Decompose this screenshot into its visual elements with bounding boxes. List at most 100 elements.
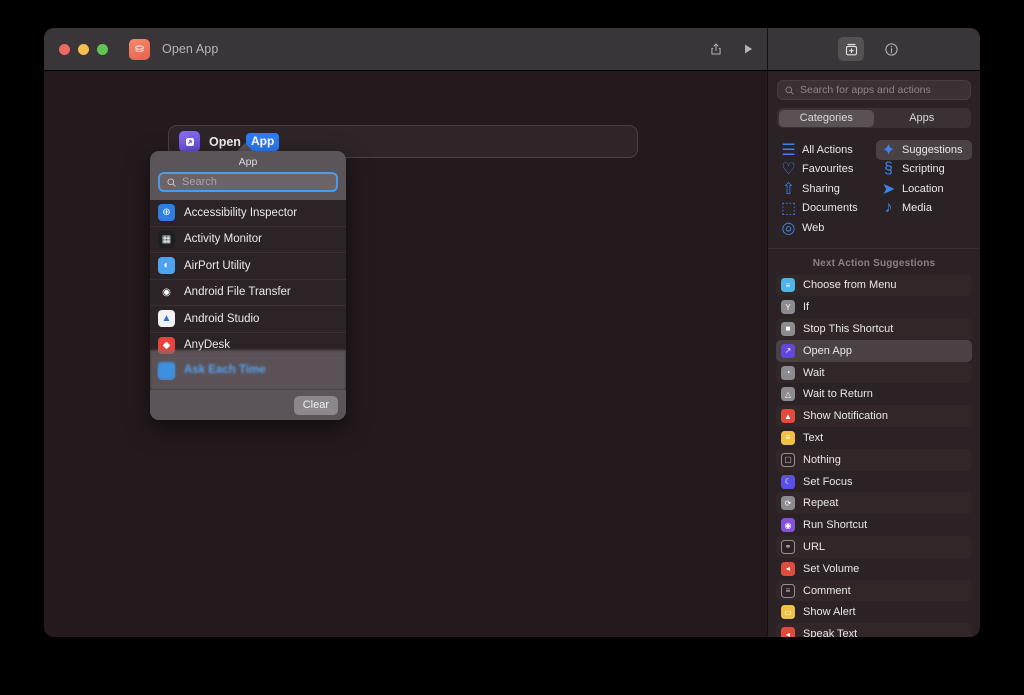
app-list-item[interactable]: ◐ AirPort Utility bbox=[150, 253, 346, 280]
popover-search-wrap: Search bbox=[150, 172, 346, 200]
app-list[interactable]: ⊕ Accessibility Inspector ▦ Activity Monito… bbox=[150, 200, 346, 390]
action-item-label: Wait bbox=[803, 366, 825, 379]
minimize-button[interactable] bbox=[78, 43, 89, 55]
category-label: Scripting bbox=[902, 163, 945, 176]
action-item-stop-this-shortcut[interactable]: ■ Stop This Shortcut bbox=[776, 318, 972, 340]
window-body: Open App App Search ⊕ Accessibility Insp… bbox=[44, 71, 980, 637]
ask-each-time-row[interactable]: Ask Each Time bbox=[150, 350, 346, 390]
category-favourites[interactable]: ♡ Favourites bbox=[776, 160, 872, 180]
info-button[interactable] bbox=[878, 37, 904, 61]
app-search-input[interactable]: Search bbox=[158, 172, 338, 192]
category-label: Media bbox=[902, 202, 932, 215]
play-icon bbox=[745, 44, 753, 54]
shortcut-canvas[interactable]: Open App App Search ⊕ Accessibility Insp… bbox=[44, 71, 768, 637]
text-icon: ≡ bbox=[781, 430, 795, 445]
share-button[interactable] bbox=[703, 37, 729, 61]
action-item-run-shortcut[interactable]: ◉ Run Shortcut bbox=[776, 514, 972, 536]
zoom-button[interactable] bbox=[97, 43, 108, 55]
action-item-choose-from-menu[interactable]: ≡ Choose from Menu bbox=[776, 274, 972, 297]
url-icon: ⚭ bbox=[781, 539, 795, 554]
speak-text-icon: ◂ bbox=[781, 627, 795, 637]
action-item-label: Text bbox=[803, 431, 824, 444]
set-focus-icon: ☾ bbox=[781, 474, 795, 489]
popover-footer: Clear bbox=[150, 390, 346, 420]
action-item-show-notification[interactable]: ▲ Show Notification bbox=[776, 405, 972, 428]
action-item-label: Repeat bbox=[803, 497, 839, 510]
action-item-nothing[interactable]: ▢ Nothing bbox=[776, 448, 972, 471]
action-item-set-focus[interactable]: ☾ Set Focus bbox=[776, 471, 972, 493]
action-item-label: Comment bbox=[803, 584, 851, 597]
category-web[interactable]: ◎ Web bbox=[776, 218, 872, 238]
sidebar-search-input[interactable]: Search for apps and actions bbox=[777, 80, 971, 100]
action-item-label: Set Focus bbox=[803, 475, 853, 488]
music-note-icon: ♪ bbox=[884, 199, 893, 217]
app-list-item[interactable]: ◉ Android File Transfer bbox=[150, 280, 346, 306]
action-item-show-alert[interactable]: ▭ Show Alert bbox=[776, 601, 972, 623]
category-suggestions[interactable]: ✦ Suggestions bbox=[876, 140, 972, 160]
traffic-lights[interactable] bbox=[59, 43, 108, 55]
suggested-actions-list[interactable]: ≡ Choose from Menu Y If ■ Stop This Shortcut ↗… bbox=[768, 274, 980, 637]
action-item-wait-to-return[interactable]: △ Wait to Return bbox=[776, 383, 972, 405]
action-item-text[interactable]: ≡ Text bbox=[776, 427, 972, 449]
app-picker-popover[interactable]: App Search ⊕ Accessibility Inspector ▦ Acti… bbox=[150, 143, 346, 420]
tab-categories[interactable]: Categories bbox=[778, 109, 874, 127]
category-scripting[interactable]: § Scripting bbox=[876, 160, 972, 180]
nothing-icon: ▢ bbox=[781, 452, 795, 467]
app-list-item-label: Android Studio bbox=[184, 312, 260, 325]
page-title: Open App bbox=[162, 42, 219, 56]
category-documents[interactable]: ⬚ Documents bbox=[776, 199, 872, 219]
app-list-item[interactable]: ▦ Activity Monitor bbox=[150, 227, 346, 253]
action-item-label: Run Shortcut bbox=[803, 519, 868, 532]
suggestions-section-title: Next Action Suggestions bbox=[812, 257, 936, 269]
category-media[interactable]: ♪ Media bbox=[876, 199, 972, 219]
airport-utility-icon: ◐ bbox=[158, 257, 175, 275]
action-item-if[interactable]: Y If bbox=[776, 296, 972, 318]
location-icon: ➤ bbox=[881, 180, 896, 198]
if-icon: Y bbox=[781, 300, 795, 315]
window-titlebar: Open App bbox=[44, 28, 980, 71]
accessibility-inspector-icon: ⊕ bbox=[158, 204, 175, 222]
app-list-item-label: AirPort Utility bbox=[184, 259, 251, 272]
category-label: Suggestions bbox=[902, 143, 963, 156]
search-icon bbox=[167, 177, 176, 187]
shortcuts-icon bbox=[129, 38, 150, 60]
info-icon bbox=[884, 42, 898, 56]
app-list-item-label: Android File Transfer bbox=[184, 286, 291, 299]
stop-shortcut-icon: ■ bbox=[781, 321, 795, 336]
action-item-wait[interactable]: ◔ Wait bbox=[776, 361, 972, 384]
category-all-actions[interactable]: ☰ All Actions bbox=[776, 140, 872, 160]
action-item-label: Nothing bbox=[803, 453, 841, 466]
action-item-label: Wait to Return bbox=[803, 388, 873, 401]
category-sharing[interactable]: ⇧ Sharing bbox=[776, 179, 872, 199]
sidebar-tabs[interactable]: Categories Apps bbox=[777, 108, 971, 128]
action-item-set-volume[interactable]: ◂ Set Volume bbox=[776, 558, 972, 580]
action-item-repeat[interactable]: ⟳ Repeat bbox=[776, 492, 972, 515]
android-studio-icon: ▲ bbox=[158, 310, 175, 328]
app-list-item[interactable]: ▲ Android Studio bbox=[150, 306, 346, 333]
wait-icon: ◔ bbox=[781, 365, 795, 380]
activity-monitor-icon: ▦ bbox=[158, 230, 175, 248]
sidebar-categories[interactable]: ☰ All Actions ✦ Suggestions ♡ Favourites § Scri… bbox=[768, 140, 980, 249]
run-button[interactable] bbox=[735, 37, 761, 61]
close-button[interactable] bbox=[59, 43, 70, 55]
action-item-label: If bbox=[803, 301, 810, 314]
tab-apps[interactable]: Apps bbox=[874, 110, 970, 127]
sidebar-search-wrap: Search for apps and actions bbox=[768, 71, 980, 100]
app-search-placeholder: Search bbox=[182, 176, 217, 188]
list-icon: ☰ bbox=[781, 141, 796, 159]
category-location[interactable]: ➤ Location bbox=[876, 179, 972, 199]
comment-icon: ≡ bbox=[781, 583, 795, 598]
repeat-icon: ⟳ bbox=[781, 496, 795, 511]
action-library-button[interactable] bbox=[838, 37, 864, 61]
action-item-url[interactable]: ⚭ URL bbox=[776, 536, 972, 558]
titlebar-editor-section: Open App bbox=[44, 28, 768, 70]
action-item-speak-text[interactable]: ◂ Speak Text bbox=[776, 623, 972, 637]
action-item-label: Stop This Shortcut bbox=[803, 322, 894, 335]
action-item-comment[interactable]: ≡ Comment bbox=[776, 579, 972, 602]
category-label: All Actions bbox=[802, 143, 853, 156]
shortcuts-glyph bbox=[135, 44, 144, 52]
action-item-label: Set Volume bbox=[803, 562, 860, 575]
app-list-item[interactable]: ⊕ Accessibility Inspector bbox=[150, 200, 346, 227]
action-item-open-app[interactable]: ↗ Open App bbox=[776, 339, 972, 362]
clear-button[interactable]: Clear bbox=[293, 395, 338, 415]
